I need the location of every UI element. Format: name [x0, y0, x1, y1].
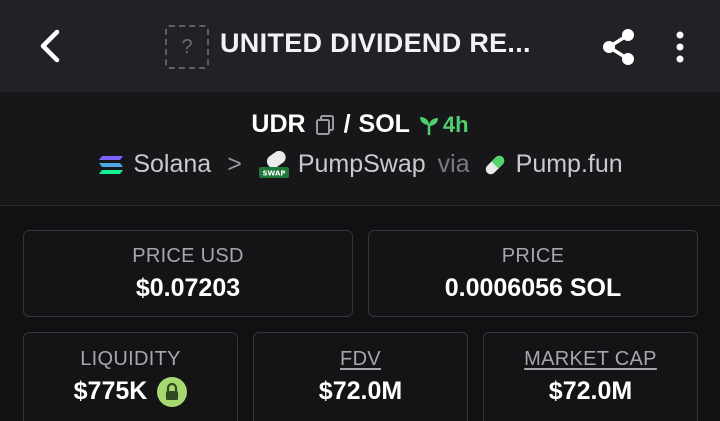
fdv-value: $72.0M — [318, 377, 403, 405]
lock-icon — [166, 382, 179, 400]
pumpswap-icon: SWAP — [258, 150, 289, 178]
chain-link[interactable]: Solana — [133, 150, 211, 179]
liquidity-card: LIQUIDITY $775K — [23, 332, 238, 421]
pill-icon — [485, 155, 504, 174]
more-vertical-icon — [676, 31, 684, 63]
quote-token-symbol: SOL — [358, 110, 410, 138]
fdv-card[interactable]: FDV $72.0M — [253, 332, 468, 421]
fdv-label[interactable]: FDV — [340, 348, 381, 371]
market-cap-label[interactable]: MARKET CAP — [524, 348, 657, 371]
token-image-placeholder: ? — [165, 25, 209, 69]
price-label: PRICE — [501, 244, 565, 267]
share-button[interactable] — [600, 27, 638, 67]
price-card: PRICE 0.0006056 SOL — [368, 230, 698, 317]
pair-line: UDR / SOL 4h — [0, 110, 720, 139]
market-cap-card[interactable]: MARKET CAP $72.0M — [483, 332, 698, 421]
launchpad-link[interactable]: Pump.fun — [516, 150, 623, 179]
price-usd-label: PRICE USD — [132, 244, 244, 267]
via-label: via — [437, 150, 470, 178]
copy-icon[interactable] — [314, 114, 336, 136]
dex-link[interactable]: PumpSwap — [298, 150, 426, 179]
price-usd-value: $0.07203 — [135, 273, 241, 302]
token-placeholder-glyph: ? — [181, 35, 193, 58]
pair-age: 4h — [418, 112, 469, 138]
pair-age-label: 4h — [442, 111, 469, 137]
sprout-icon — [419, 116, 438, 135]
back-button[interactable] — [32, 26, 68, 66]
price-value: 0.0006056 SOL — [444, 273, 622, 302]
svg-text:SWAP: SWAP — [262, 169, 285, 177]
base-token-symbol: UDR — [251, 110, 306, 138]
top-bar: ? UNITED DIVIDEND RE... — [0, 0, 720, 92]
back-arrow-icon — [40, 29, 60, 63]
liquidity-value: $775K — [73, 377, 148, 405]
market-cap-value: $72.0M — [548, 377, 633, 405]
solana-icon — [99, 155, 124, 174]
route-line: Solana > SWAP PumpSwap via Pump.fun — [0, 150, 720, 179]
pair-separator: / — [343, 110, 351, 138]
more-options-button[interactable] — [670, 27, 690, 67]
route-arrow: > — [227, 150, 242, 178]
price-usd-card: PRICE USD $0.07203 — [23, 230, 353, 317]
liquidity-label: LIQUIDITY — [80, 347, 181, 370]
page-title: UNITED DIVIDEND RE... — [220, 28, 531, 58]
share-icon — [603, 29, 634, 65]
liquidity-lock-badge[interactable] — [157, 376, 188, 407]
